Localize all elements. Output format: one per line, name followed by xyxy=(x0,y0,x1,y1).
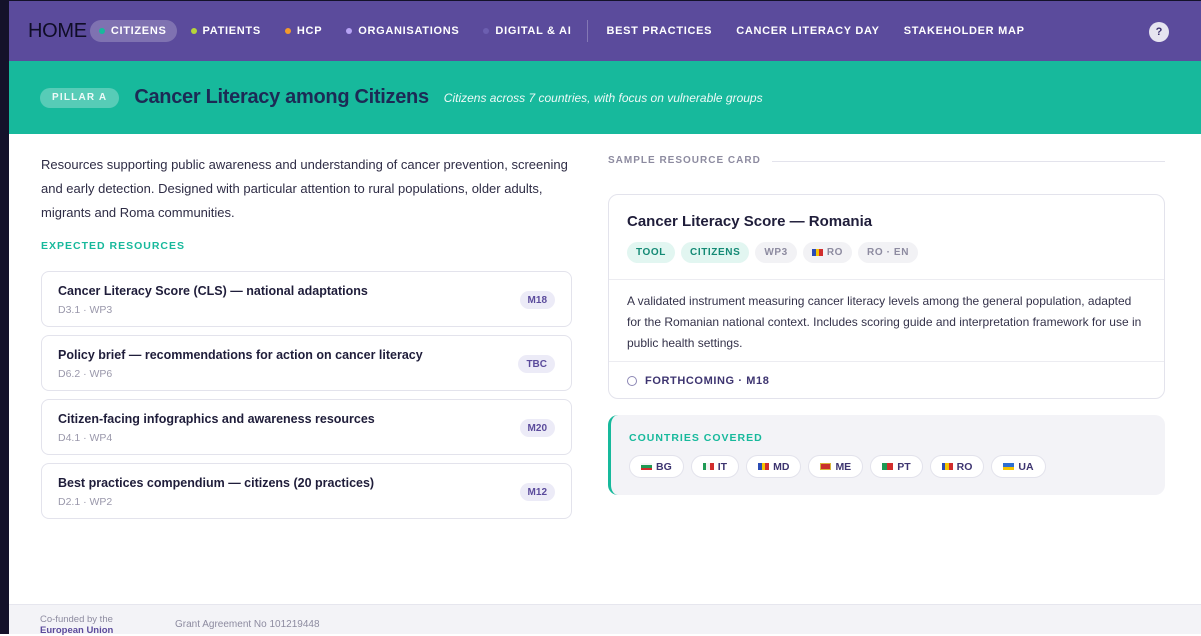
card-divider xyxy=(609,279,1164,280)
tag-wp: WP3 xyxy=(755,242,797,263)
digital-ai-dot-icon xyxy=(483,28,490,34)
tag-audience: CITIZENS xyxy=(681,242,750,263)
country-chip-bg[interactable]: BG xyxy=(629,455,684,478)
card-description: A validated instrument measuring cancer … xyxy=(627,294,1142,350)
resource-item[interactable]: Policy brief — recommendations for actio… xyxy=(41,335,572,391)
page-subtitle: Citizens across 7 countries, with focus … xyxy=(443,90,763,105)
resource-meta: D2.1 · WP2 xyxy=(58,496,113,508)
resource-title: Best practices compendium — citizens (20… xyxy=(58,476,375,490)
status-badge: FORTHCOMING · M18 xyxy=(627,375,769,387)
country-chip-ua[interactable]: UA xyxy=(991,455,1046,478)
grant-agreement: Grant Agreement No 101219448 xyxy=(175,619,320,630)
pillar-header: PILLAR A Cancer Literacy among Citizens … xyxy=(9,61,1201,134)
resource-title: Citizen-facing infographics and awarenes… xyxy=(58,412,375,426)
nav-item-digital-ai[interactable]: DIGITAL & AI xyxy=(483,25,571,37)
nav-item-label: HCP xyxy=(296,25,323,37)
resource-meta: D6.2 · WP6 xyxy=(58,368,113,380)
citizens-dot-icon xyxy=(98,28,105,34)
country-code: ME xyxy=(835,460,852,473)
card-divider xyxy=(609,361,1164,362)
nav-item-label: CITIZENS xyxy=(110,25,167,37)
nav-item-label: DIGITAL & AI xyxy=(495,25,572,37)
resource-title: Policy brief — recommendations for actio… xyxy=(58,348,423,362)
nav-item-organisations[interactable]: ORGANISATIONS xyxy=(346,25,459,37)
milestone-badge: TBC xyxy=(518,355,555,373)
countries-covered-panel: COUNTRIES COVERED BG IT MD ME PT RO UA xyxy=(608,415,1165,495)
home-link[interactable]: HOME xyxy=(28,20,87,43)
milestone-badge: M12 xyxy=(519,483,555,501)
country-chip-ro[interactable]: RO xyxy=(929,455,985,478)
resource-item[interactable]: Citizen-facing infographics and awarenes… xyxy=(41,399,572,455)
resource-item[interactable]: Best practices compendium — citizens (20… xyxy=(41,463,572,519)
resource-item[interactable]: Cancer Literacy Score (CLS) — national a… xyxy=(41,271,572,327)
moldova-flag-icon xyxy=(758,463,770,470)
organisations-dot-icon xyxy=(346,28,353,34)
tag-country: RO xyxy=(802,242,853,263)
nav-link-cancer-literacy-day[interactable]: CANCER LITERACY DAY xyxy=(736,25,880,37)
expected-resources-heading: EXPECTED RESOURCES xyxy=(41,240,186,252)
cofunded-text: Co-funded by the xyxy=(40,614,113,625)
country-code: MD xyxy=(773,460,790,473)
top-nav: HOME CITIZENS PATIENTS HCP ORGANISATIONS… xyxy=(9,1,1201,61)
country-chip-md[interactable]: MD xyxy=(746,455,802,478)
portugal-flag-icon xyxy=(882,463,894,470)
country-chip-me[interactable]: ME xyxy=(808,455,864,478)
eu-cofunded-label: Co-funded by the European Union xyxy=(40,614,113,636)
eu-text: European Union xyxy=(40,625,114,636)
resource-meta: D3.1 · WP3 xyxy=(58,304,113,316)
bulgaria-flag-icon xyxy=(641,463,652,470)
nav-divider xyxy=(587,20,589,42)
resource-meta: D4.1 · WP4 xyxy=(58,432,113,444)
country-code: IT xyxy=(717,460,728,473)
pending-circle-icon xyxy=(627,376,637,386)
card-title: Cancer Literacy Score — Romania xyxy=(627,213,873,230)
status-label: FORTHCOMING · M18 xyxy=(645,375,770,387)
milestone-badge: M18 xyxy=(519,291,555,309)
page-title: Cancer Literacy among Citizens xyxy=(134,86,429,108)
country-chip-pt[interactable]: PT xyxy=(870,455,923,478)
country-chip-it[interactable]: IT xyxy=(690,455,740,478)
nav-link-stakeholder-map[interactable]: STAKEHOLDER MAP xyxy=(904,25,1025,37)
nav-link-best-practices[interactable]: BEST PRACTICES xyxy=(606,25,712,37)
romania-flag-icon xyxy=(941,463,953,470)
nav-item-label: PATIENTS xyxy=(202,25,261,37)
patients-dot-icon xyxy=(190,28,197,34)
card-tags: TOOL CITIZENS WP3 RO RO · EN xyxy=(627,242,919,263)
hcp-dot-icon xyxy=(284,28,291,34)
country-code: UA xyxy=(1018,460,1034,473)
tag-type: TOOL xyxy=(627,242,675,263)
countries-heading: COUNTRIES COVERED xyxy=(629,432,763,444)
resource-title: Cancer Literacy Score (CLS) — national a… xyxy=(58,284,368,298)
footer: Co-funded by the European Union Grant Ag… xyxy=(9,604,1201,636)
tag-country-label: RO xyxy=(826,247,844,258)
intro-text: Resources supporting public awareness an… xyxy=(41,157,568,220)
heading-divider xyxy=(772,161,1165,162)
nav-item-hcp[interactable]: HCP xyxy=(284,25,323,37)
country-chips: BG IT MD ME PT RO UA xyxy=(629,455,1046,478)
country-code: BG xyxy=(656,460,672,473)
romania-flag-icon xyxy=(811,249,823,256)
country-code: PT xyxy=(897,460,911,473)
pillar-badge: PILLAR A xyxy=(40,87,120,108)
nav-item-citizens[interactable]: CITIZENS xyxy=(89,20,177,42)
nav-item-label: ORGANISATIONS xyxy=(358,25,460,37)
sample-card-heading: SAMPLE RESOURCE CARD xyxy=(608,155,761,166)
nav-item-patients[interactable]: PATIENTS xyxy=(190,25,261,37)
country-code: RO xyxy=(956,460,973,473)
ukraine-flag-icon xyxy=(1003,463,1015,470)
italy-flag-icon xyxy=(702,463,714,470)
help-icon[interactable]: ? xyxy=(1149,22,1169,42)
montenegro-flag-icon xyxy=(820,463,832,470)
milestone-badge: M20 xyxy=(519,419,555,437)
sample-resource-card[interactable]: Cancer Literacy Score — Romania TOOL CIT… xyxy=(608,194,1165,399)
tag-language: RO · EN xyxy=(858,242,919,263)
